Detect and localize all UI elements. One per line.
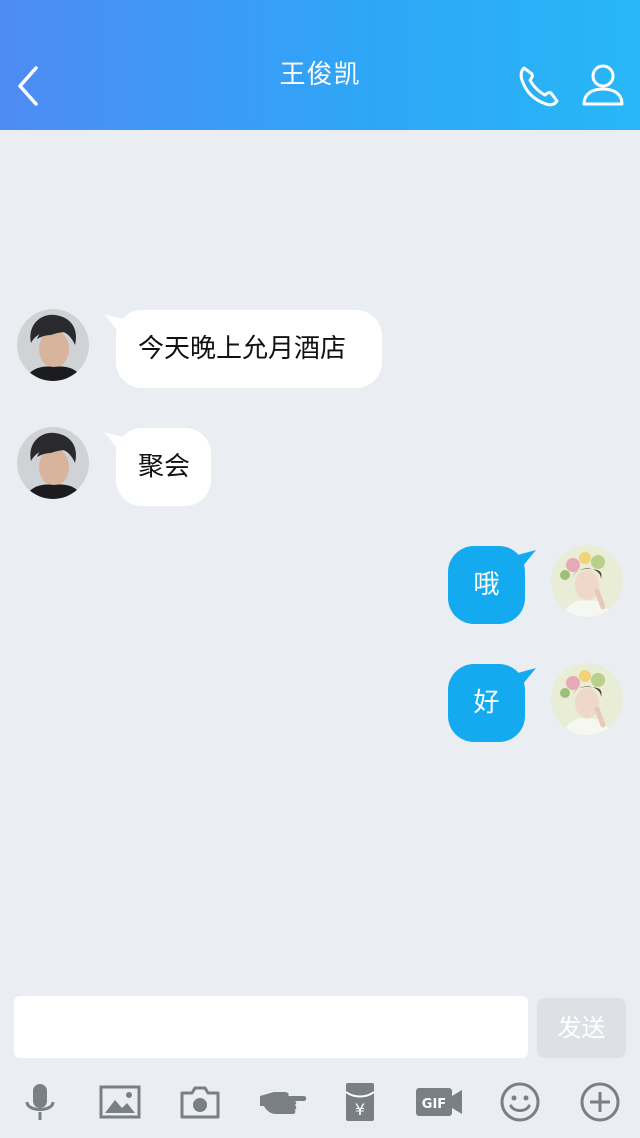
chat-header: 王俊凯 — [0, 0, 640, 130]
message-bubble[interactable]: 聚会 — [116, 428, 211, 506]
my-avatar-image — [551, 545, 623, 617]
red-packet-icon[interactable]: ¥ — [338, 1080, 382, 1124]
my-avatar-image — [551, 663, 623, 735]
bubble-tail — [514, 668, 536, 690]
person-icon — [582, 64, 624, 106]
camera-icon[interactable] — [178, 1080, 222, 1124]
send-button[interactable]: 发送 — [537, 998, 626, 1058]
bubble-tail — [514, 550, 536, 572]
svg-text:GIF: GIF — [422, 1097, 446, 1112]
phone-icon — [519, 66, 559, 107]
message-bubble[interactable]: 今天晚上允月酒店 — [116, 310, 382, 388]
svg-text:¥: ¥ — [355, 1100, 365, 1119]
my-avatar[interactable] — [551, 545, 623, 617]
profile-button[interactable] — [578, 60, 628, 110]
voice-call-button[interactable] — [514, 60, 564, 110]
contact-avatar[interactable] — [17, 309, 89, 381]
image-icon[interactable] — [98, 1080, 142, 1124]
plus-icon[interactable] — [578, 1080, 622, 1124]
contact-avatar-image — [17, 427, 89, 499]
microphone-icon[interactable] — [18, 1080, 62, 1124]
contact-avatar-image — [17, 309, 89, 381]
contact-avatar[interactable] — [17, 427, 89, 499]
message-input[interactable] — [14, 996, 528, 1058]
poke-icon[interactable] — [258, 1080, 308, 1124]
my-avatar[interactable] — [551, 663, 623, 735]
gif-icon[interactable]: GIF — [414, 1080, 464, 1124]
emoji-icon[interactable] — [498, 1080, 542, 1124]
